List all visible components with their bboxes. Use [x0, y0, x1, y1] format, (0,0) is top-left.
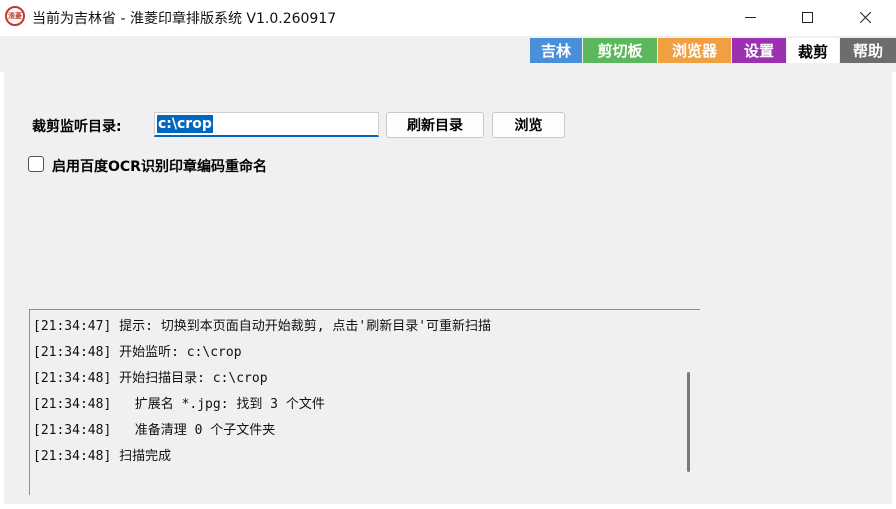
- tab-browser[interactable]: 浏览器: [658, 38, 731, 63]
- maximize-icon: [801, 11, 813, 23]
- tab-jilin[interactable]: 吉林: [530, 38, 582, 63]
- title-bar: 淮菱 当前为吉林省 - 淮菱印章排版系统 V1.0.260917: [0, 0, 896, 36]
- ocr-checkbox-label[interactable]: 启用百度OCR识别印章编码重命名: [52, 156, 267, 176]
- tab-crop[interactable]: 裁剪: [787, 38, 839, 64]
- log-lines: [21:34:47] 提示: 切换到本页面自动开始裁剪, 点击'刷新目录'可重新…: [33, 314, 673, 470]
- app-logo-text: 淮菱: [8, 12, 22, 20]
- tab-settings[interactable]: 设置: [732, 38, 786, 63]
- log-line: [21:34:48] 扫描完成: [33, 449, 172, 464]
- crop-dir-input[interactable]: c:\crop: [154, 112, 379, 137]
- close-button[interactable]: [837, 0, 893, 34]
- tab-clipboard[interactable]: 剪切板: [583, 38, 657, 63]
- crop-dir-label: 裁剪监听目录:: [32, 119, 122, 135]
- close-icon: [859, 11, 871, 23]
- log-scroll-thumb[interactable]: [687, 372, 690, 472]
- log-line: [21:34:48] 准备清理 0 个子文件夹: [33, 423, 276, 438]
- log-line: [21:34:47] 提示: 切换到本页面自动开始裁剪, 点击'刷新目录'可重新…: [33, 319, 492, 334]
- maximize-button[interactable]: [779, 0, 835, 34]
- app-logo-icon: 淮菱: [5, 6, 25, 26]
- browse-button[interactable]: 浏览: [492, 112, 565, 138]
- crop-dir-value: c:\crop: [157, 115, 213, 133]
- log-line: [21:34:48] 开始扫描目录: c:\crop: [33, 371, 268, 386]
- panel-top-edge: [0, 63, 896, 72]
- ocr-checkbox[interactable]: [28, 156, 44, 172]
- log-textbox[interactable]: [21:34:47] 提示: 切换到本页面自动开始裁剪, 点击'刷新目录'可重新…: [29, 309, 700, 495]
- log-line: [21:34:48] 扩展名 *.jpg: 找到 3 个文件: [33, 397, 325, 412]
- minimize-button[interactable]: [722, 0, 778, 34]
- minimize-icon: [744, 16, 756, 18]
- tab-help[interactable]: 帮助: [840, 38, 896, 63]
- log-line: [21:34:48] 开始监听: c:\crop: [33, 345, 242, 360]
- refresh-dir-button[interactable]: 刷新目录: [386, 112, 484, 138]
- window-title: 当前为吉林省 - 淮菱印章排版系统 V1.0.260917: [32, 11, 337, 27]
